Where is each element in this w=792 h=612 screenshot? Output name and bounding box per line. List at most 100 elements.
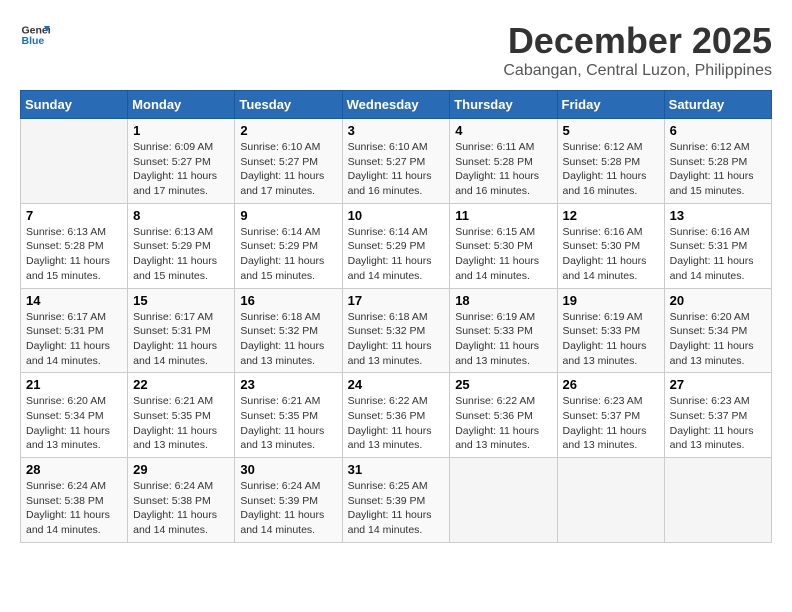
day-detail: Sunrise: 6:17 AMSunset: 5:31 PMDaylight:…	[133, 310, 229, 369]
day-detail: Sunrise: 6:21 AMSunset: 5:35 PMDaylight:…	[240, 394, 336, 453]
day-detail: Sunrise: 6:15 AMSunset: 5:30 PMDaylight:…	[455, 225, 551, 284]
day-number: 26	[563, 377, 659, 392]
calendar-cell: 5 Sunrise: 6:12 AMSunset: 5:28 PMDaylight…	[557, 119, 664, 204]
day-header-saturday: Saturday	[664, 91, 771, 119]
day-detail: Sunrise: 6:10 AMSunset: 5:27 PMDaylight:…	[348, 140, 445, 199]
day-detail: Sunrise: 6:25 AMSunset: 5:39 PMDaylight:…	[348, 479, 445, 538]
day-number: 13	[670, 208, 766, 223]
logo-icon: General Blue	[20, 20, 50, 50]
calendar-body: 1 Sunrise: 6:09 AMSunset: 5:27 PMDaylight…	[21, 119, 772, 543]
day-detail: Sunrise: 6:16 AMSunset: 5:31 PMDaylight:…	[670, 225, 766, 284]
calendar-cell: 30Sunrise: 6:24 AMSunset: 5:39 PMDayligh…	[235, 458, 342, 543]
day-header-thursday: Thursday	[450, 91, 557, 119]
calendar-cell	[664, 458, 771, 543]
day-detail: Sunrise: 6:19 AMSunset: 5:33 PMDaylight:…	[563, 310, 659, 369]
calendar-cell	[450, 458, 557, 543]
day-detail: Sunrise: 6:20 AMSunset: 5:34 PMDaylight:…	[670, 310, 766, 369]
day-detail: Sunrise: 6:22 AMSunset: 5:36 PMDaylight:…	[348, 394, 445, 453]
calendar-week-row: 28Sunrise: 6:24 AMSunset: 5:38 PMDayligh…	[21, 458, 772, 543]
calendar-cell: 18Sunrise: 6:19 AMSunset: 5:33 PMDayligh…	[450, 288, 557, 373]
day-detail: Sunrise: 6:16 AMSunset: 5:30 PMDaylight:…	[563, 225, 659, 284]
day-detail: Sunrise: 6:13 AMSunset: 5:29 PMDaylight:…	[133, 225, 229, 284]
calendar-cell: 25 Sunrise: 6:22 AMSunset: 5:36 PMDayligh…	[450, 373, 557, 458]
day-number: 9	[240, 208, 336, 223]
day-detail: Sunrise: 6:09 AMSunset: 5:27 PMDaylight:…	[133, 140, 229, 199]
day-number: 8	[133, 208, 229, 223]
calendar-cell: 29Sunrise: 6:24 AMSunset: 5:38 PMDayligh…	[128, 458, 235, 543]
day-detail: Sunrise: 6:18 AMSunset: 5:32 PMDaylight:…	[348, 310, 445, 369]
calendar-cell: 20 Sunrise: 6:20 AMSunset: 5:34 PMDayligh…	[664, 288, 771, 373]
calendar-cell: 11 Sunrise: 6:15 AMSunset: 5:30 PMDayligh…	[450, 203, 557, 288]
day-header-monday: Monday	[128, 91, 235, 119]
day-number: 31	[348, 462, 445, 477]
day-detail: Sunrise: 6:21 AMSunset: 5:35 PMDaylight:…	[133, 394, 229, 453]
calendar-week-row: 21 Sunrise: 6:20 AMSunset: 5:34 PMDayligh…	[21, 373, 772, 458]
calendar-cell: 3Sunrise: 6:10 AMSunset: 5:27 PMDaylight…	[342, 119, 450, 204]
day-number: 15	[133, 293, 229, 308]
day-detail: Sunrise: 6:17 AMSunset: 5:31 PMDaylight:…	[26, 310, 122, 369]
calendar-cell: 15 Sunrise: 6:17 AMSunset: 5:31 PMDayligh…	[128, 288, 235, 373]
calendar-subtitle: Cabangan, Central Luzon, Philippines	[503, 62, 772, 80]
calendar-cell: 17Sunrise: 6:18 AMSunset: 5:32 PMDayligh…	[342, 288, 450, 373]
calendar-cell	[21, 119, 128, 204]
day-number: 24	[348, 377, 445, 392]
day-number: 1	[133, 123, 229, 138]
calendar-cell: 27 Sunrise: 6:23 AMSunset: 5:37 PMDayligh…	[664, 373, 771, 458]
calendar-cell: 9 Sunrise: 6:14 AMSunset: 5:29 PMDaylight…	[235, 203, 342, 288]
day-number: 25	[455, 377, 551, 392]
calendar-cell: 8 Sunrise: 6:13 AMSunset: 5:29 PMDaylight…	[128, 203, 235, 288]
calendar-cell: 6 Sunrise: 6:12 AMSunset: 5:28 PMDaylight…	[664, 119, 771, 204]
calendar-cell: 2 Sunrise: 6:10 AMSunset: 5:27 PMDaylight…	[235, 119, 342, 204]
day-number: 16	[240, 293, 336, 308]
day-detail: Sunrise: 6:12 AMSunset: 5:28 PMDaylight:…	[563, 140, 659, 199]
calendar-header-row: SundayMondayTuesdayWednesdayThursdayFrid…	[21, 91, 772, 119]
day-number: 19	[563, 293, 659, 308]
day-detail: Sunrise: 6:22 AMSunset: 5:36 PMDaylight:…	[455, 394, 551, 453]
day-number: 29	[133, 462, 229, 477]
day-number: 18	[455, 293, 551, 308]
day-detail: Sunrise: 6:20 AMSunset: 5:34 PMDaylight:…	[26, 394, 122, 453]
day-number: 27	[670, 377, 766, 392]
calendar-cell: 1 Sunrise: 6:09 AMSunset: 5:27 PMDaylight…	[128, 119, 235, 204]
title-section: December 2025 Cabangan, Central Luzon, P…	[503, 20, 772, 80]
calendar-cell: 4 Sunrise: 6:11 AMSunset: 5:28 PMDaylight…	[450, 119, 557, 204]
day-detail: Sunrise: 6:14 AMSunset: 5:29 PMDaylight:…	[240, 225, 336, 284]
calendar-cell: 28Sunrise: 6:24 AMSunset: 5:38 PMDayligh…	[21, 458, 128, 543]
day-header-sunday: Sunday	[21, 91, 128, 119]
day-number: 20	[670, 293, 766, 308]
day-header-wednesday: Wednesday	[342, 91, 450, 119]
day-number: 2	[240, 123, 336, 138]
day-number: 5	[563, 123, 659, 138]
day-detail: Sunrise: 6:13 AMSunset: 5:28 PMDaylight:…	[26, 225, 122, 284]
calendar-title: December 2025	[503, 20, 772, 62]
day-detail: Sunrise: 6:23 AMSunset: 5:37 PMDaylight:…	[563, 394, 659, 453]
svg-text:Blue: Blue	[22, 35, 45, 47]
day-number: 14	[26, 293, 122, 308]
day-number: 21	[26, 377, 122, 392]
calendar-table: SundayMondayTuesdayWednesdayThursdayFrid…	[20, 90, 772, 543]
day-number: 11	[455, 208, 551, 223]
calendar-cell	[557, 458, 664, 543]
calendar-cell: 31 Sunrise: 6:25 AMSunset: 5:39 PMDayligh…	[342, 458, 450, 543]
day-number: 7	[26, 208, 122, 223]
logo: General Blue	[20, 20, 50, 50]
day-detail: Sunrise: 6:18 AMSunset: 5:32 PMDaylight:…	[240, 310, 336, 369]
calendar-cell: 16 Sunrise: 6:18 AMSunset: 5:32 PMDayligh…	[235, 288, 342, 373]
day-detail: Sunrise: 6:23 AMSunset: 5:37 PMDaylight:…	[670, 394, 766, 453]
day-detail: Sunrise: 6:12 AMSunset: 5:28 PMDaylight:…	[670, 140, 766, 199]
calendar-week-row: 1 Sunrise: 6:09 AMSunset: 5:27 PMDaylight…	[21, 119, 772, 204]
day-number: 4	[455, 123, 551, 138]
day-number: 22	[133, 377, 229, 392]
calendar-cell: 19 Sunrise: 6:19 AMSunset: 5:33 PMDayligh…	[557, 288, 664, 373]
calendar-cell: 13 Sunrise: 6:16 AMSunset: 5:31 PMDayligh…	[664, 203, 771, 288]
calendar-cell: 23Sunrise: 6:21 AMSunset: 5:35 PMDayligh…	[235, 373, 342, 458]
day-number: 12	[563, 208, 659, 223]
day-header-tuesday: Tuesday	[235, 91, 342, 119]
calendar-cell: 21 Sunrise: 6:20 AMSunset: 5:34 PMDayligh…	[21, 373, 128, 458]
day-number: 6	[670, 123, 766, 138]
day-detail: Sunrise: 6:11 AMSunset: 5:28 PMDaylight:…	[455, 140, 551, 199]
day-detail: Sunrise: 6:10 AMSunset: 5:27 PMDaylight:…	[240, 140, 336, 199]
calendar-cell: 12 Sunrise: 6:16 AMSunset: 5:30 PMDayligh…	[557, 203, 664, 288]
calendar-cell: 7 Sunrise: 6:13 AMSunset: 5:28 PMDaylight…	[21, 203, 128, 288]
calendar-cell: 24 Sunrise: 6:22 AMSunset: 5:36 PMDayligh…	[342, 373, 450, 458]
